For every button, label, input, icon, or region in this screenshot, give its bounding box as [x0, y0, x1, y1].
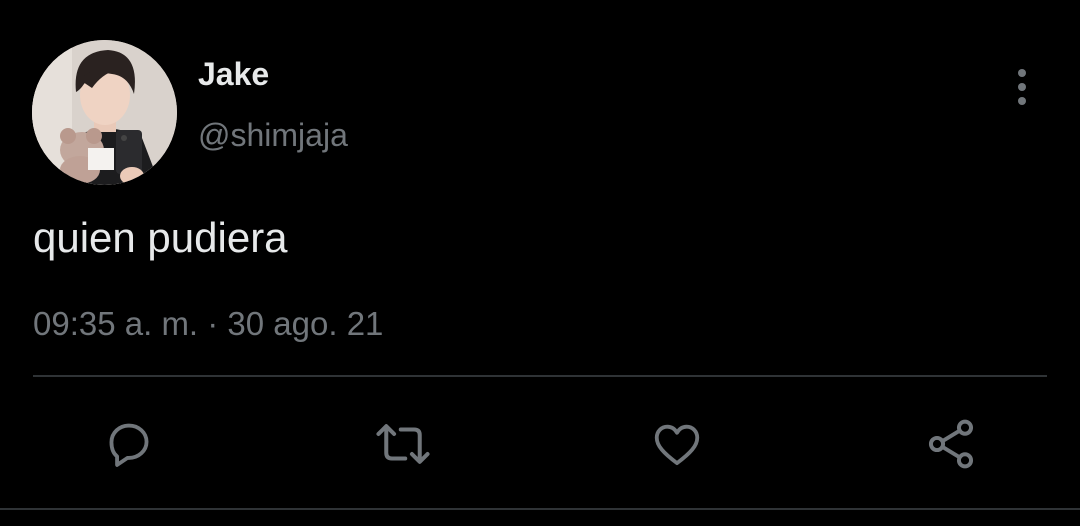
more-dot-icon	[1018, 83, 1026, 91]
more-options-button[interactable]	[1002, 64, 1042, 110]
reply-button[interactable]	[100, 415, 158, 473]
divider	[0, 508, 1080, 510]
more-dot-icon	[1018, 69, 1026, 77]
author-handle[interactable]: @shimjaja	[198, 117, 348, 153]
reply-icon	[109, 423, 149, 467]
divider	[33, 375, 1047, 377]
share-icon	[928, 419, 974, 469]
tweet-text: quien pudiera	[33, 214, 288, 261]
tweet-actions-bar	[0, 415, 1080, 473]
retweet-icon	[376, 424, 430, 464]
retweet-button[interactable]	[374, 415, 432, 473]
tweet-timestamp[interactable]: 09:35 a. m. · 30 ago. 21	[33, 305, 383, 343]
share-button[interactable]	[922, 415, 980, 473]
author-name[interactable]: Jake	[198, 56, 269, 92]
like-button[interactable]	[648, 415, 706, 473]
avatar[interactable]	[32, 40, 177, 185]
tweet-detail: Jake @shimjaja quien pudiera 09:35 a. m.…	[0, 0, 1080, 526]
avatar-photo	[32, 40, 177, 185]
more-dot-icon	[1018, 97, 1026, 105]
heart-icon	[654, 424, 700, 466]
